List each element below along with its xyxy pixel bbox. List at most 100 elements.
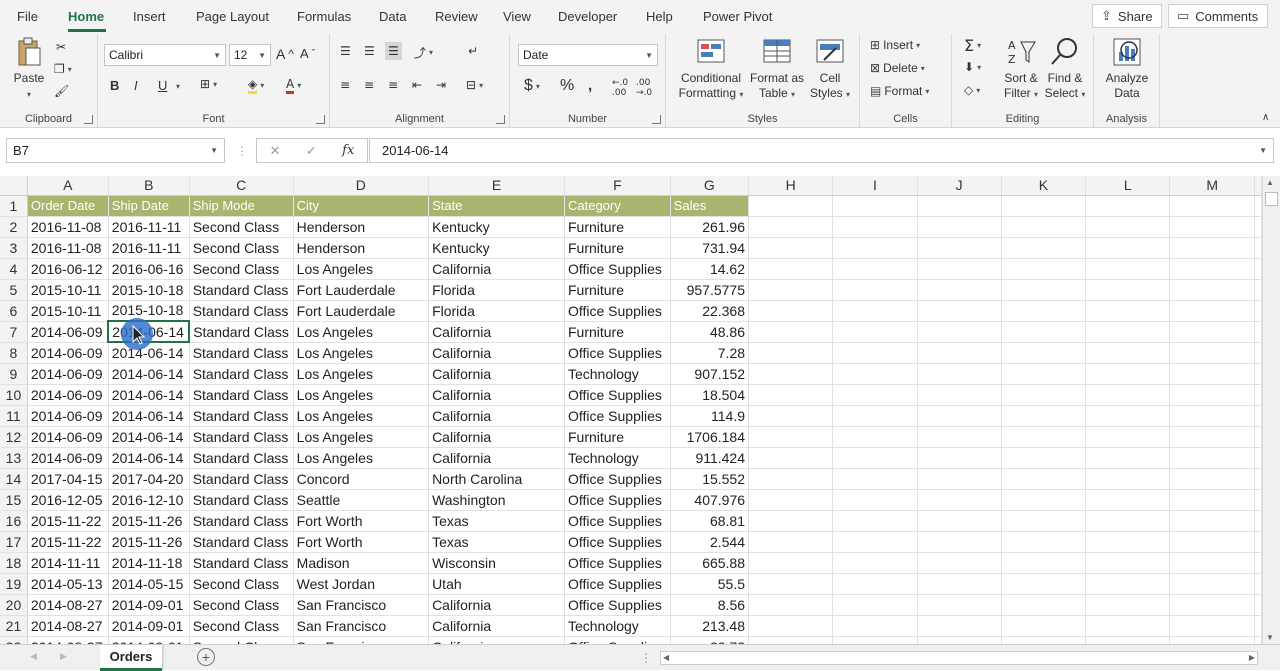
data-cell[interactable]: 7.28: [670, 342, 750, 364]
empty-cell[interactable]: [748, 195, 834, 217]
data-cell[interactable]: Standard Class: [189, 531, 294, 553]
empty-cell[interactable]: [1085, 426, 1171, 448]
empty-cell[interactable]: [832, 321, 918, 343]
chevron-down-icon[interactable]: ▾: [176, 82, 180, 91]
empty-cell[interactable]: [917, 489, 1002, 511]
empty-cell[interactable]: [1254, 342, 1262, 364]
empty-cell[interactable]: [1085, 342, 1171, 364]
formula-bar-splitter-icon[interactable]: ⋮: [236, 144, 248, 158]
empty-cell[interactable]: [917, 342, 1002, 364]
row-header[interactable]: 10: [0, 384, 28, 406]
empty-cell[interactable]: [1254, 300, 1262, 322]
empty-cell[interactable]: [1169, 468, 1255, 490]
empty-cell[interactable]: [1085, 405, 1171, 427]
empty-cell[interactable]: [748, 426, 834, 448]
sheet-scroll-right-icon[interactable]: ▶: [60, 651, 67, 662]
data-cell[interactable]: Second Class: [189, 237, 294, 259]
data-cell[interactable]: Fort Worth: [293, 510, 430, 532]
empty-cell[interactable]: [748, 258, 834, 280]
data-cell[interactable]: Los Angeles: [293, 321, 430, 343]
align-middle-icon[interactable]: ☰: [364, 44, 375, 58]
empty-cell[interactable]: [917, 552, 1002, 574]
empty-cell[interactable]: [1001, 636, 1087, 644]
empty-cell[interactable]: [832, 342, 918, 364]
vertical-scrollbar[interactable]: ▲ ▼: [1262, 176, 1280, 644]
row-header[interactable]: 22: [0, 636, 28, 644]
empty-cell[interactable]: [748, 279, 834, 301]
empty-cell[interactable]: [1001, 510, 1087, 532]
empty-cell[interactable]: [1254, 237, 1262, 259]
empty-cell[interactable]: [1085, 573, 1171, 595]
data-cell[interactable]: 213.48: [670, 615, 750, 637]
empty-cell[interactable]: [917, 573, 1002, 595]
number-launcher-icon[interactable]: [652, 115, 661, 124]
comma-style-icon[interactable]: ,: [588, 77, 592, 94]
scroll-down-icon[interactable]: ▼: [1266, 633, 1274, 642]
underline-button[interactable]: U: [158, 78, 167, 93]
data-cell[interactable]: Second Class: [189, 636, 294, 644]
font-color-icon[interactable]: A ▾: [286, 77, 301, 94]
tab-file[interactable]: File: [17, 9, 38, 24]
data-cell[interactable]: 907.152: [670, 363, 750, 385]
comments-button[interactable]: ▭ Comments: [1168, 4, 1268, 28]
data-cell[interactable]: 2014-05-13: [27, 573, 109, 595]
data-cell[interactable]: 2017-04-15: [27, 468, 109, 490]
empty-cell[interactable]: [917, 531, 1002, 553]
data-cell[interactable]: Florida: [428, 279, 565, 301]
data-cell[interactable]: Los Angeles: [293, 384, 430, 406]
find-select-button[interactable]: Find & Select ▾: [1042, 36, 1088, 102]
empty-cell[interactable]: [1085, 321, 1171, 343]
row-header[interactable]: 13: [0, 447, 28, 469]
data-cell[interactable]: California: [428, 321, 565, 343]
data-cell[interactable]: Standard Class: [189, 426, 294, 448]
data-cell[interactable]: 2014-06-14: [108, 363, 190, 385]
tab-data[interactable]: Data: [379, 9, 406, 24]
bold-button[interactable]: B: [110, 78, 119, 93]
row-header[interactable]: 11: [0, 405, 28, 427]
sort-filter-button[interactable]: AZ Sort & Filter ▾: [1000, 36, 1042, 102]
empty-cell[interactable]: [1169, 573, 1255, 595]
empty-cell[interactable]: [1001, 426, 1087, 448]
data-cell[interactable]: 2016-11-11: [108, 237, 190, 259]
empty-cell[interactable]: [1254, 615, 1262, 637]
data-cell[interactable]: 911.424: [670, 447, 750, 469]
empty-cell[interactable]: [1085, 468, 1171, 490]
empty-cell[interactable]: [832, 594, 918, 616]
data-cell[interactable]: Office Supplies: [564, 489, 671, 511]
empty-cell[interactable]: [1169, 195, 1255, 217]
data-cell[interactable]: West Jordan: [293, 573, 430, 595]
tab-formulas[interactable]: Formulas: [297, 9, 351, 24]
data-cell[interactable]: Technology: [564, 363, 671, 385]
column-header[interactable]: G: [670, 176, 750, 196]
row-header[interactable]: 18: [0, 552, 28, 574]
empty-cell[interactable]: [1001, 195, 1087, 217]
data-cell[interactable]: Office Supplies: [564, 573, 671, 595]
data-cell[interactable]: 2014-08-27: [27, 615, 109, 637]
italic-button[interactable]: I: [134, 78, 138, 93]
empty-cell[interactable]: [832, 489, 918, 511]
scroll-left-icon[interactable]: ◀: [663, 653, 669, 662]
data-cell[interactable]: Office Supplies: [564, 531, 671, 553]
data-cell[interactable]: 2014-09-01: [108, 594, 190, 616]
data-cell[interactable]: Fort Worth: [293, 531, 430, 553]
scroll-up-icon[interactable]: ▲: [1266, 178, 1274, 187]
empty-cell[interactable]: [1085, 489, 1171, 511]
empty-cell[interactable]: [917, 384, 1002, 406]
data-cell[interactable]: Standard Class: [189, 447, 294, 469]
row-header[interactable]: 5: [0, 279, 28, 301]
format-as-table-button[interactable]: Format as Table ▾: [748, 36, 806, 102]
empty-cell[interactable]: [1001, 489, 1087, 511]
data-cell[interactable]: 114.9: [670, 405, 750, 427]
empty-cell[interactable]: [1169, 237, 1255, 259]
borders-icon[interactable]: ⊞ ▾: [200, 77, 217, 91]
data-cell[interactable]: California: [428, 615, 565, 637]
data-cell[interactable]: Office Supplies: [564, 552, 671, 574]
empty-cell[interactable]: [1254, 321, 1262, 343]
data-cell[interactable]: 2014-06-09: [27, 447, 109, 469]
autosum-icon[interactable]: Σ ▾: [964, 36, 981, 55]
increase-indent-icon[interactable]: ⇥: [436, 78, 446, 92]
empty-cell[interactable]: [1085, 447, 1171, 469]
data-cell[interactable]: 2014-06-09: [27, 426, 109, 448]
empty-cell[interactable]: [1001, 279, 1087, 301]
row-header[interactable]: 4: [0, 258, 28, 280]
